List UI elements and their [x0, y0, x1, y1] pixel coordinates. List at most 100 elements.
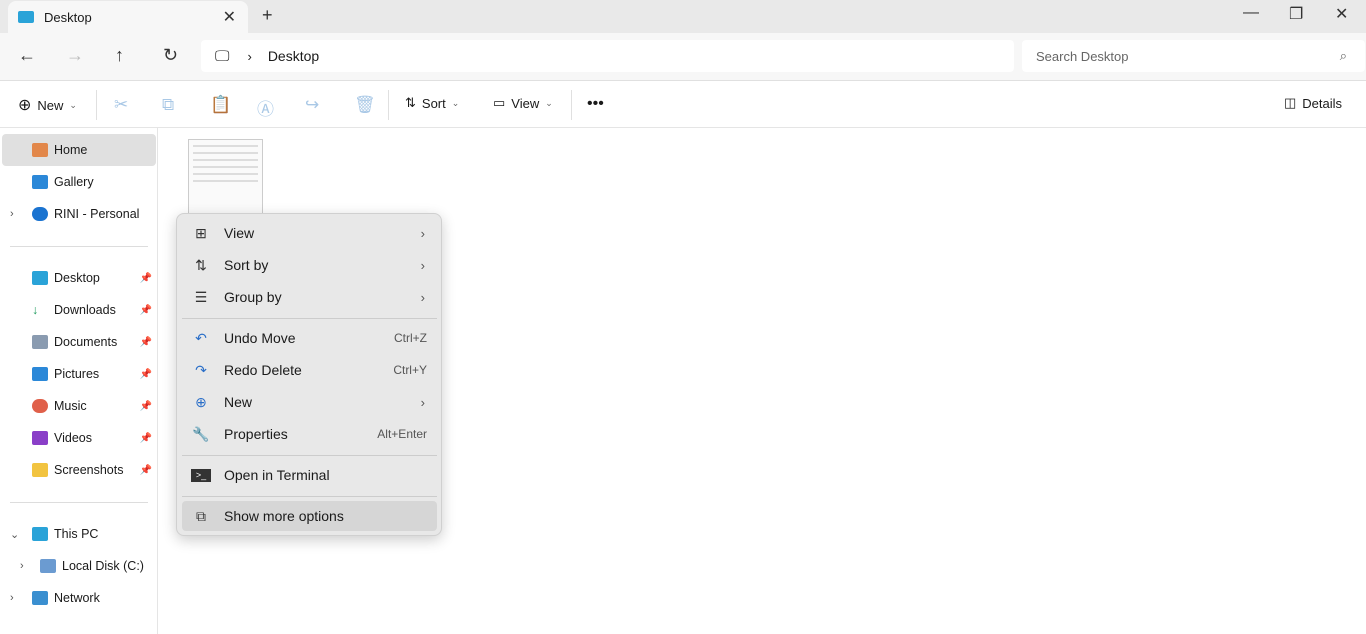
new-button[interactable]: ⊕ New ⌄ — [18, 95, 77, 115]
close-window-button[interactable]: ✕ — [1335, 4, 1348, 24]
menu-label: Properties — [224, 426, 288, 442]
sidebar-label: Gallery — [54, 175, 94, 189]
divider — [571, 90, 572, 120]
chevron-right-icon: › — [420, 394, 425, 410]
redo-icon: ↷ — [195, 361, 207, 378]
chevron-right-icon: › — [20, 560, 24, 572]
sort-button[interactable]: ⇅ Sort ⌄ — [405, 95, 459, 111]
delete-icon[interactable]: 🗑 — [354, 95, 376, 115]
more-options-icon[interactable]: ••• — [587, 95, 604, 113]
pin-icon[interactable]: 📌 — [140, 273, 152, 284]
menu-label: Undo Move — [224, 330, 296, 346]
terminal-icon: >_ — [191, 468, 211, 482]
gallery-icon — [32, 175, 48, 189]
sidebar-item-home[interactable]: Home — [2, 134, 156, 166]
chevron-down-icon: ⌄ — [10, 528, 20, 541]
divider — [388, 90, 389, 120]
navigation-bar: ← → ↑ ↻ 🖵 › Desktop Search Desktop ⌕ — [0, 33, 1366, 81]
menu-label: Show more options — [224, 508, 344, 524]
sidebar-item-documents[interactable]: Documents 📌 — [2, 326, 156, 358]
pin-icon[interactable]: 📌 — [140, 401, 152, 412]
chevron-right-icon: › — [10, 592, 14, 604]
folder-icon — [32, 463, 48, 477]
menu-item-redo[interactable]: ↷ Redo Delete Ctrl+Y — [182, 355, 437, 385]
sidebar-item-desktop[interactable]: Desktop 📌 — [2, 262, 156, 294]
address-bar[interactable]: 🖵 › Desktop — [201, 40, 1014, 72]
sidebar-item-gallery[interactable]: Gallery — [2, 166, 156, 198]
pin-icon[interactable]: 📌 — [140, 465, 152, 476]
menu-item-undo[interactable]: ↶ Undo Move Ctrl+Z — [182, 323, 437, 353]
menu-item-sort-by[interactable]: ⇅ Sort by › — [182, 250, 437, 280]
menu-item-open-terminal[interactable]: >_ Open in Terminal — [182, 460, 437, 490]
chevron-right-icon: › — [10, 208, 14, 220]
chevron-right-icon: › — [420, 257, 425, 273]
close-tab-icon[interactable]: ✕ — [223, 7, 236, 27]
monitor-icon: 🖵 — [215, 47, 230, 65]
new-label: New — [37, 97, 64, 113]
desktop-icon — [32, 271, 48, 285]
back-button[interactable]: ← — [18, 45, 36, 66]
sidebar-item-local-disk[interactable]: › Local Disk (C:) — [2, 550, 156, 582]
refresh-button[interactable]: ↻ — [163, 45, 178, 66]
menu-item-group-by[interactable]: ☰ Group by › — [182, 282, 437, 312]
cut-icon[interactable]: ✂ — [114, 95, 128, 115]
sidebar-label: Screenshots — [54, 463, 124, 477]
file-thumbnail[interactable] — [188, 139, 263, 219]
details-button[interactable]: ◫ Details — [1284, 95, 1342, 111]
plus-circle-icon: ⊕ — [18, 97, 32, 114]
divider — [96, 90, 97, 120]
forward-button[interactable]: → — [66, 45, 84, 66]
menu-label: View — [224, 225, 255, 241]
pin-icon[interactable]: 📌 — [140, 433, 152, 444]
shortcut: Ctrl+Y — [393, 363, 427, 377]
sidebar-label: Pictures — [54, 367, 100, 381]
sidebar-item-screenshots[interactable]: Screenshots 📌 — [2, 454, 156, 486]
minimize-button[interactable]: — — [1243, 4, 1259, 22]
grid-icon: ⊞ — [195, 224, 207, 241]
breadcrumb[interactable]: Desktop — [268, 48, 319, 64]
search-placeholder: Search Desktop — [1036, 48, 1129, 64]
drive-icon — [40, 559, 56, 573]
copy-icon[interactable]: ⧉ — [162, 95, 174, 115]
rename-icon[interactable]: Ⓐ — [257, 95, 274, 120]
sidebar-item-this-pc[interactable]: ⌄ This PC — [2, 518, 156, 550]
pin-icon[interactable]: 📌 — [140, 369, 152, 380]
menu-label: New — [224, 394, 253, 410]
paste-icon[interactable]: 📋 — [210, 95, 231, 115]
sidebar-item-network[interactable]: › Network — [2, 582, 156, 614]
menu-item-view[interactable]: ⊞ View › — [182, 218, 437, 248]
menu-item-new[interactable]: ⊕ New › — [182, 387, 437, 417]
tab-desktop[interactable]: Desktop ✕ — [8, 1, 248, 33]
pin-icon[interactable]: 📌 — [140, 337, 152, 348]
divider — [182, 318, 437, 319]
menu-item-properties[interactable]: 🔧 Properties Alt+Enter — [182, 419, 437, 449]
documents-icon — [32, 335, 48, 349]
search-input[interactable]: Search Desktop ⌕ — [1022, 40, 1365, 72]
menu-label: Sort by — [224, 257, 269, 273]
shortcut: Ctrl+Z — [394, 331, 427, 345]
sidebar-item-downloads[interactable]: ↓ Downloads 📌 — [2, 294, 156, 326]
sidebar-item-music[interactable]: Music 📌 — [2, 390, 156, 422]
restore-button[interactable]: ❐ — [1289, 4, 1303, 24]
sidebar-item-onedrive[interactable]: › RINI - Personal — [2, 198, 156, 230]
tab-title: Desktop — [44, 9, 92, 25]
context-menu: ⊞ View › ⇅ Sort by › ☰ Group by › ↶ Undo Move Ct… — [176, 213, 442, 536]
pin-icon[interactable]: 📌 — [140, 305, 152, 316]
view-icon: ▭ — [493, 95, 506, 110]
sidebar-label: Documents — [54, 335, 118, 349]
pc-icon — [32, 527, 48, 541]
sidebar-label: Local Disk (C:) — [62, 559, 144, 573]
wrench-icon: 🔧 — [192, 425, 210, 442]
up-button[interactable]: ↑ — [115, 45, 124, 66]
title-bar: Desktop ✕ + — ❐ ✕ — [0, 0, 1366, 33]
search-icon: ⌕ — [1339, 48, 1347, 63]
sidebar-label: Home — [54, 143, 88, 157]
sidebar-item-videos[interactable]: Videos 📌 — [2, 422, 156, 454]
new-tab-button[interactable]: + — [262, 5, 273, 26]
sort-label: Sort — [421, 95, 446, 111]
sidebar-item-pictures[interactable]: Pictures 📌 — [2, 358, 156, 390]
share-icon[interactable]: ↪ — [305, 95, 319, 115]
sidebar-label: Network — [54, 591, 100, 605]
menu-item-show-more-options[interactable]: ⧉ Show more options — [182, 501, 437, 531]
view-button[interactable]: ▭ View ⌄ — [493, 95, 553, 111]
